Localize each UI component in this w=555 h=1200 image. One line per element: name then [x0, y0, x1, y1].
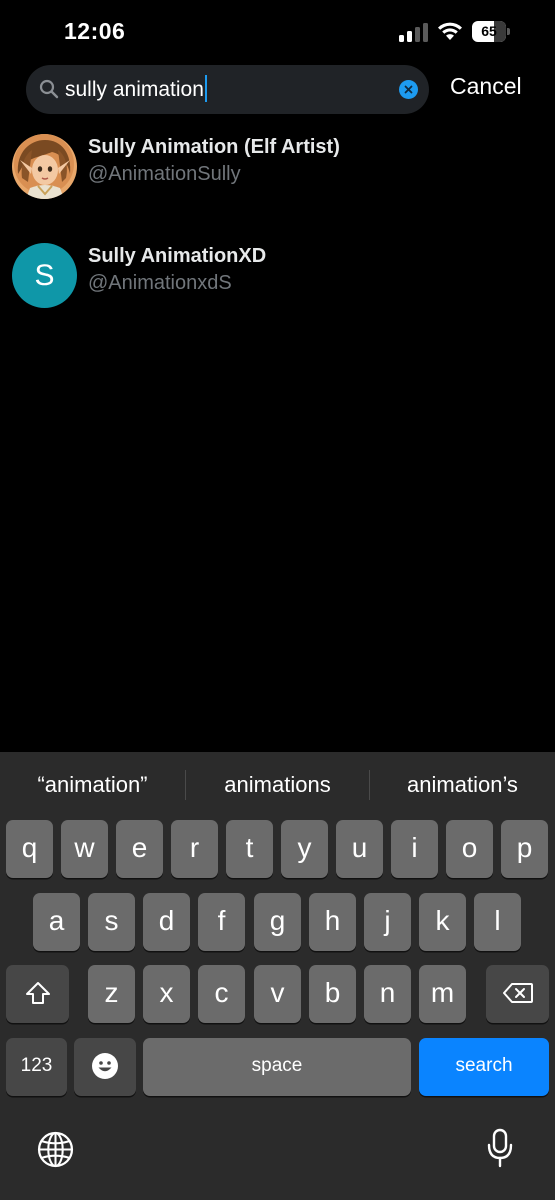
shift-key[interactable]: [6, 965, 69, 1023]
search-key[interactable]: search: [419, 1038, 549, 1096]
key-f[interactable]: f: [198, 893, 245, 951]
key-u[interactable]: u: [336, 820, 383, 878]
close-icon: [404, 85, 413, 94]
key-n[interactable]: n: [364, 965, 411, 1023]
search-result-item[interactable]: S Sully AnimationXD @AnimationxdS: [0, 243, 555, 333]
key-k[interactable]: k: [419, 893, 466, 951]
on-screen-keyboard: “animation” animations animation’s q w e…: [0, 752, 555, 1200]
search-result-item[interactable]: Sully Animation (Elf Artist) @AnimationS…: [0, 134, 555, 224]
key-w[interactable]: w: [61, 820, 108, 878]
text-cursor: [204, 75, 207, 103]
battery-level: 65: [481, 23, 497, 39]
result-handle: @AnimationxdS: [88, 272, 232, 294]
key-e[interactable]: e: [116, 820, 163, 878]
result-handle: @AnimationSully: [88, 163, 241, 185]
key-a[interactable]: a: [33, 893, 80, 951]
backspace-icon: [502, 982, 533, 1003]
key-o[interactable]: o: [446, 820, 493, 878]
globe-icon[interactable]: [37, 1131, 74, 1168]
key-b[interactable]: b: [309, 965, 356, 1023]
battery-icon: 65: [472, 21, 510, 42]
backspace-key[interactable]: [486, 965, 549, 1023]
emoji-icon: [92, 1052, 118, 1079]
key-t[interactable]: t: [226, 820, 273, 878]
key-y[interactable]: y: [281, 820, 328, 878]
key-x[interactable]: x: [143, 965, 190, 1023]
key-p[interactable]: p: [501, 820, 548, 878]
suggestion-item[interactable]: “animation”: [0, 752, 185, 818]
key-r[interactable]: r: [171, 820, 218, 878]
wifi-icon: [438, 22, 462, 40]
avatar: S: [12, 243, 77, 308]
key-c[interactable]: c: [198, 965, 245, 1023]
key-i[interactable]: i: [391, 820, 438, 878]
avatar: [12, 134, 77, 199]
key-l[interactable]: l: [474, 893, 521, 951]
search-query-text: sully animation: [65, 78, 204, 101]
key-d[interactable]: d: [143, 893, 190, 951]
clear-search-button[interactable]: [399, 80, 418, 99]
keyboard-suggestions-bar: “animation” animations animation’s: [0, 752, 555, 818]
emoji-key[interactable]: [74, 1038, 136, 1096]
search-bar[interactable]: sully animation: [26, 65, 429, 114]
key-m[interactable]: m: [419, 965, 466, 1023]
key-v[interactable]: v: [254, 965, 301, 1023]
result-display-name: Sully Animation (Elf Artist): [88, 136, 340, 158]
suggestion-item[interactable]: animation’s: [370, 752, 555, 818]
microphone-icon[interactable]: [487, 1128, 513, 1168]
numbers-key[interactable]: 123: [6, 1038, 67, 1096]
search-icon: [39, 79, 59, 99]
key-j[interactable]: j: [364, 893, 411, 951]
key-g[interactable]: g: [254, 893, 301, 951]
shift-icon: [25, 981, 50, 1004]
suggestion-item[interactable]: animations: [186, 752, 369, 818]
space-key[interactable]: space: [143, 1038, 411, 1096]
key-s[interactable]: s: [88, 893, 135, 951]
search-input[interactable]: sully animation: [65, 65, 207, 114]
key-h[interactable]: h: [309, 893, 356, 951]
cancel-button[interactable]: Cancel: [450, 73, 522, 100]
key-z[interactable]: z: [88, 965, 135, 1023]
status-time: 12:06: [64, 18, 126, 44]
status-bar: 12:06 65: [0, 0, 555, 62]
result-display-name: Sully AnimationXD: [88, 245, 267, 267]
key-q[interactable]: q: [6, 820, 53, 878]
cellular-signal-icon: [399, 22, 429, 42]
